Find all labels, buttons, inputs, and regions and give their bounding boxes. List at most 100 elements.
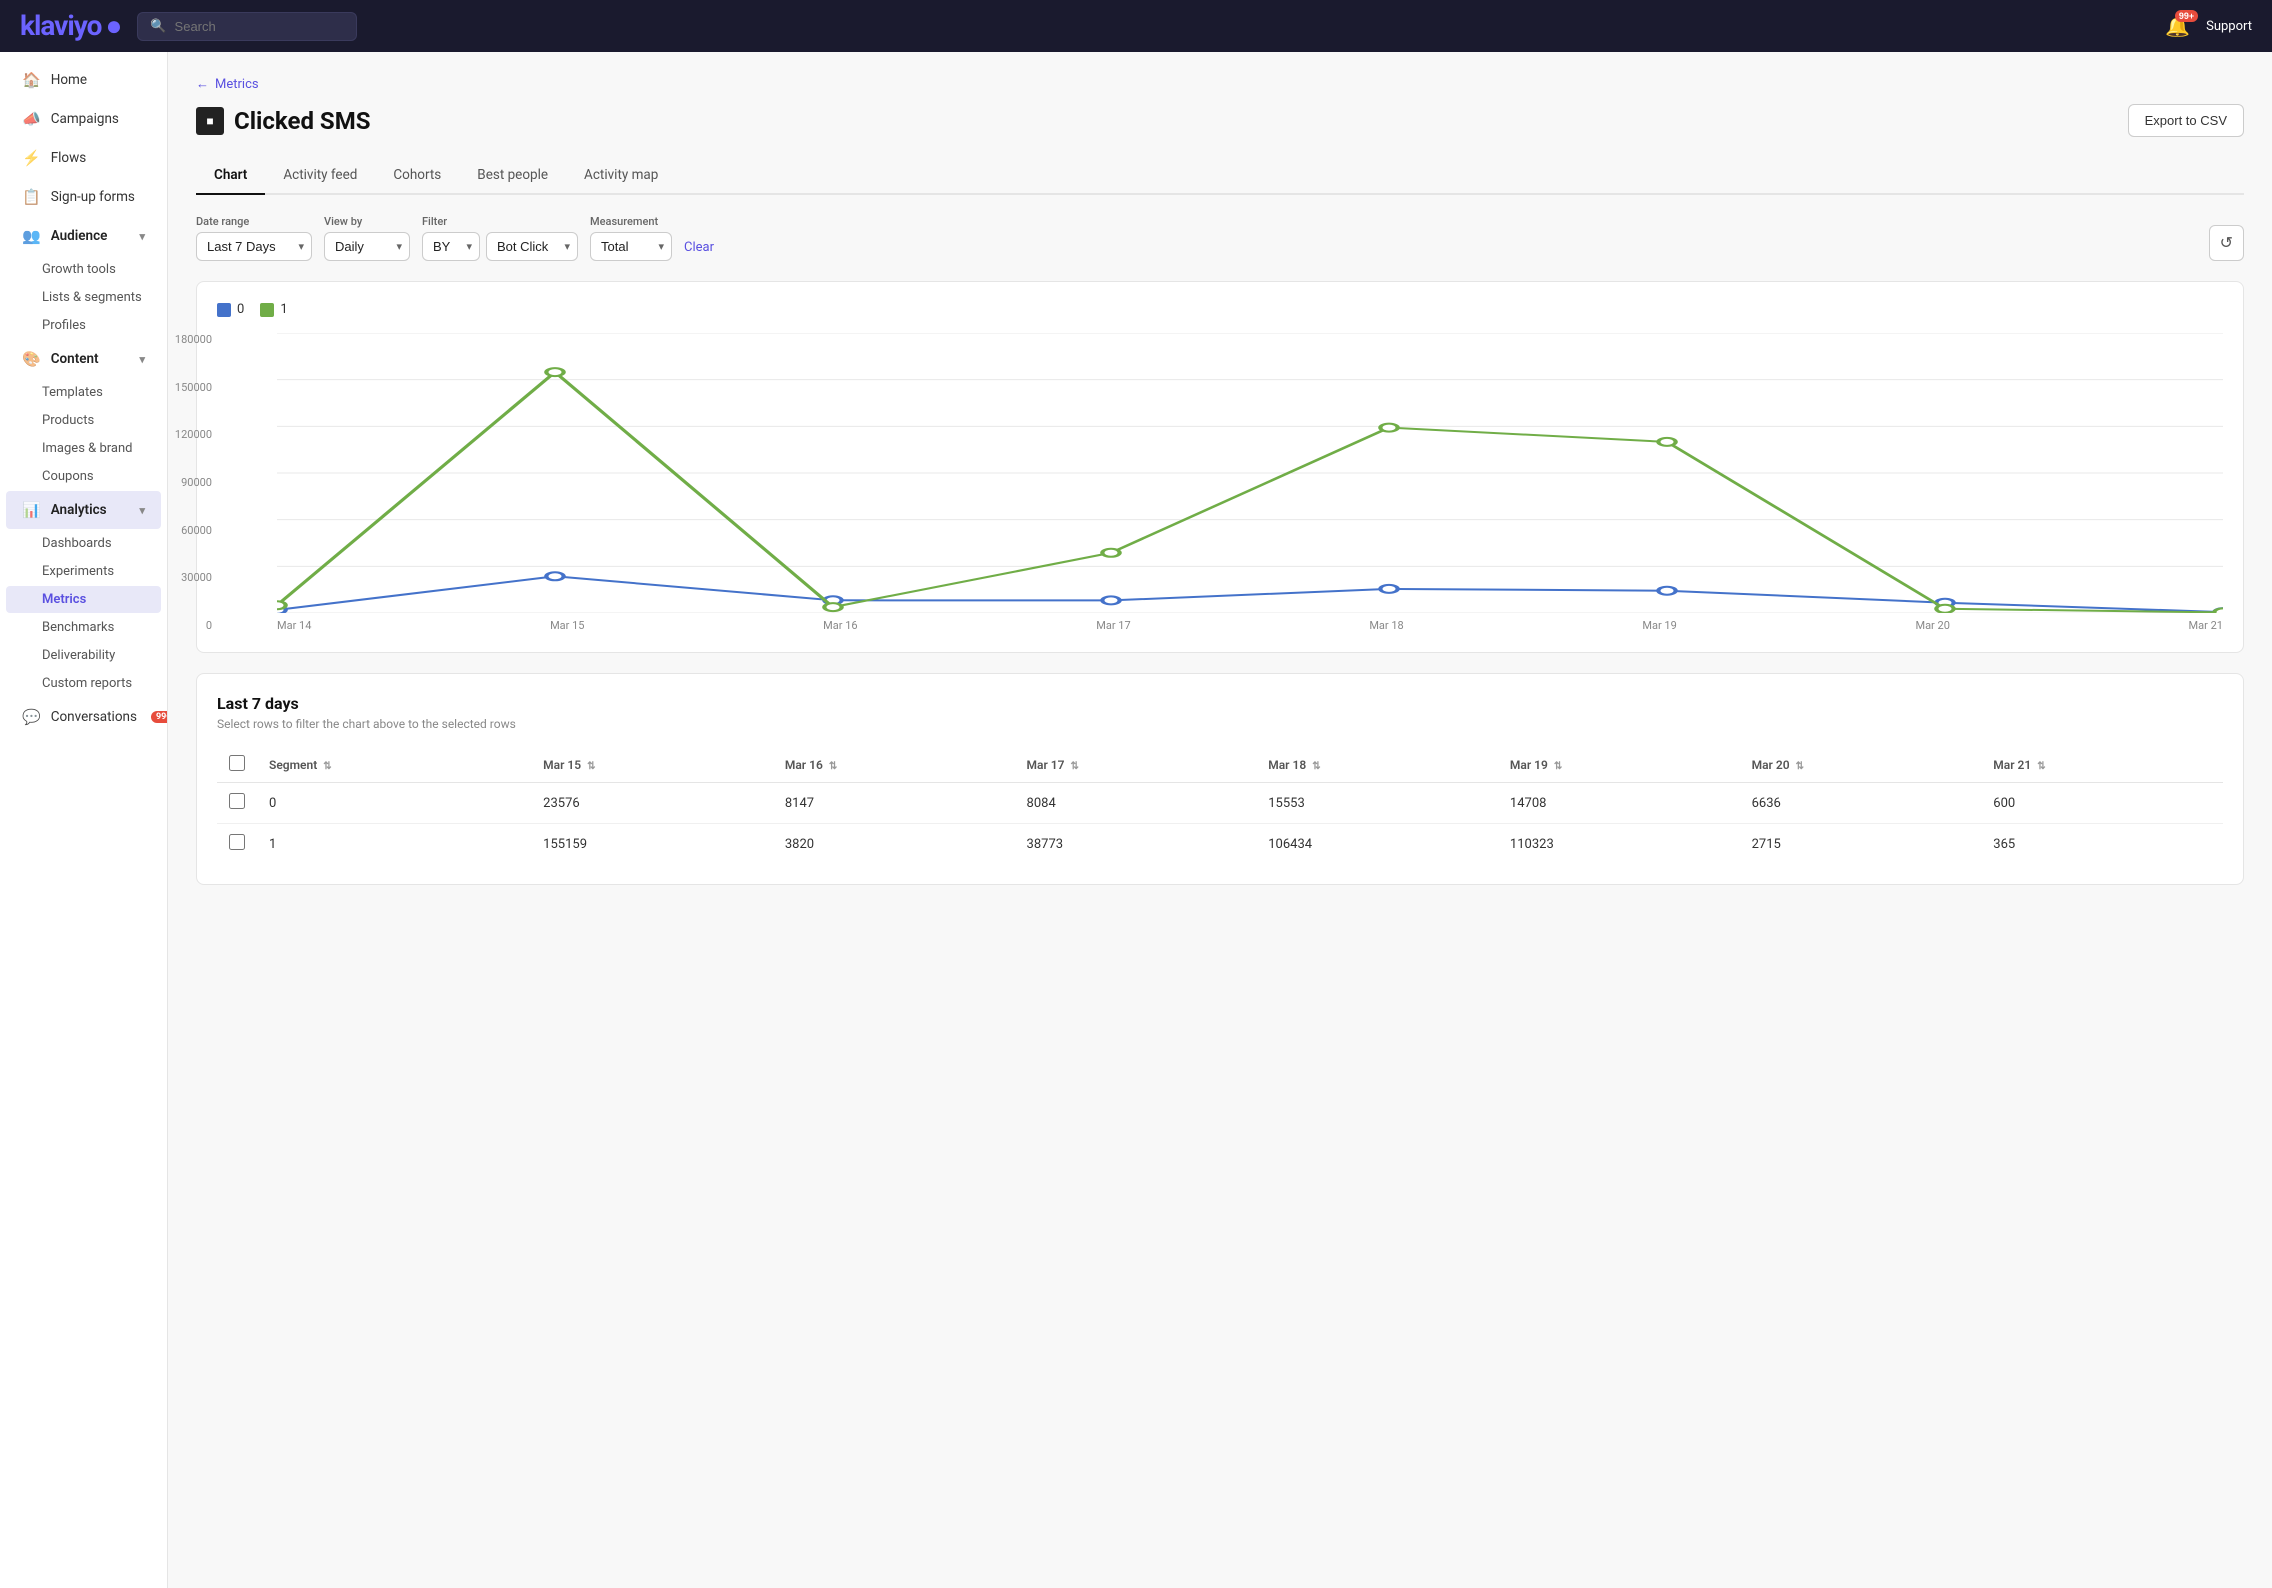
series-1-dot-7: [2214, 608, 2223, 613]
sidebar-item-label: Sign-up forms: [51, 189, 135, 205]
sidebar-item-images-brand[interactable]: Images & brand: [6, 435, 161, 462]
sidebar-item-home[interactable]: 🏠 Home: [6, 61, 161, 99]
view-by-label: View by: [324, 215, 410, 228]
x-label-mar19: Mar 19: [1642, 619, 1676, 632]
filter-by-select-wrapper: BY: [422, 232, 480, 261]
filter-by-select[interactable]: BY: [422, 232, 480, 261]
tab-best-people[interactable]: Best people: [459, 157, 566, 195]
x-label-mar16: Mar 16: [823, 619, 857, 632]
date-range-group: Date range Last 7 Days Last 14 Days Last…: [196, 215, 312, 261]
series-1-line: [277, 372, 2223, 612]
table-card: Last 7 days Select rows to filter the ch…: [196, 673, 2244, 885]
signup-forms-icon: 📋: [22, 188, 41, 206]
sidebar-item-conversations[interactable]: 💬 Conversations 99+: [6, 698, 161, 736]
row-1-mar17: 38773: [1015, 824, 1257, 865]
refresh-button[interactable]: ↺: [2209, 225, 2244, 261]
export-csv-button[interactable]: Export to CSV: [2128, 104, 2244, 137]
filter-group: Filter BY Bot Click: [422, 215, 578, 261]
sidebar-item-deliverability[interactable]: Deliverability: [6, 642, 161, 669]
row-1-mar19: 110323: [1498, 824, 1740, 865]
legend-item-0: 0: [217, 302, 244, 317]
row-0-mar19: 14708: [1498, 783, 1740, 824]
view-by-select[interactable]: Daily Weekly Monthly: [324, 232, 410, 261]
th-mar16[interactable]: Mar 16 ⇅: [773, 747, 1015, 783]
data-table: Segment ⇅ Mar 15 ⇅ Mar 16 ⇅ Mar 17 ⇅ Mar…: [217, 747, 2223, 864]
date-range-label: Date range: [196, 215, 312, 228]
back-arrow-icon: ←: [196, 76, 209, 92]
flows-icon: ⚡: [22, 149, 41, 167]
select-all-checkbox[interactable]: [229, 755, 245, 771]
sidebar-item-lists-segments[interactable]: Lists & segments: [6, 284, 161, 311]
row-1-mar15: 155159: [531, 824, 773, 865]
y-label-90000: 90000: [168, 476, 212, 489]
logo-dot: ●: [105, 12, 121, 40]
main-content: ← Metrics ■ Clicked SMS Export to CSV Ch…: [168, 52, 2272, 1588]
sidebar-item-audience[interactable]: 👥 Audience ▾: [6, 217, 161, 255]
sidebar-item-content[interactable]: 🎨 Content ▾: [6, 340, 161, 378]
sidebar-item-growth-tools[interactable]: Growth tools: [6, 256, 161, 283]
th-mar19[interactable]: Mar 19 ⇅: [1498, 747, 1740, 783]
sidebar-item-analytics[interactable]: 📊 Analytics ▾: [6, 491, 161, 529]
series-1-dot-5: [1658, 438, 1675, 446]
th-mar18[interactable]: Mar 18 ⇅: [1256, 747, 1498, 783]
date-range-select[interactable]: Last 7 Days Last 14 Days Last 30 Days: [196, 232, 312, 261]
chart-svg: [277, 333, 2223, 613]
sort-mar16-icon: ⇅: [829, 761, 837, 772]
chart-area: 180000 150000 120000 90000 60000 30000 0: [217, 333, 2223, 632]
th-mar15[interactable]: Mar 15 ⇅: [531, 747, 773, 783]
row-1-checkbox-cell: [217, 824, 257, 865]
support-link[interactable]: Support: [2206, 19, 2252, 34]
date-range-select-wrapper: Last 7 Days Last 14 Days Last 30 Days: [196, 232, 312, 261]
audience-chevron: ▾: [139, 230, 145, 243]
tab-cohorts[interactable]: Cohorts: [375, 157, 459, 195]
sidebar-item-dashboards[interactable]: Dashboards: [6, 530, 161, 557]
row-1-mar20: 2715: [1740, 824, 1982, 865]
measurement-group: Measurement Total Unique: [590, 215, 672, 261]
search-input[interactable]: [175, 19, 345, 34]
th-mar20[interactable]: Mar 20 ⇅: [1740, 747, 1982, 783]
page-icon: ■: [196, 107, 224, 135]
sidebar-item-benchmarks[interactable]: Benchmarks: [6, 614, 161, 641]
search-bar[interactable]: 🔍: [137, 12, 357, 41]
sidebar-item-flows[interactable]: ⚡ Flows: [6, 139, 161, 177]
tab-chart[interactable]: Chart: [196, 157, 265, 195]
filter-value-select[interactable]: Bot Click: [486, 232, 578, 261]
x-label-mar17: Mar 17: [1096, 619, 1130, 632]
y-label-120000: 120000: [168, 428, 212, 441]
sidebar-item-coupons[interactable]: Coupons: [6, 463, 161, 490]
sidebar-item-campaigns[interactable]: 📣 Campaigns: [6, 100, 161, 138]
th-mar21[interactable]: Mar 21 ⇅: [1981, 747, 2223, 783]
analytics-icon: 📊: [22, 501, 41, 519]
sidebar-item-label: Home: [51, 72, 87, 88]
logo[interactable]: klaviyo●: [20, 12, 121, 40]
row-1-checkbox[interactable]: [229, 834, 245, 850]
tab-activity-feed[interactable]: Activity feed: [265, 157, 375, 195]
notifications-button[interactable]: 🔔 99+: [2165, 14, 2190, 39]
campaigns-icon: 📣: [22, 110, 41, 128]
chart-legend: 0 1: [217, 302, 2223, 317]
series-0-line: [277, 576, 2223, 612]
measurement-select[interactable]: Total Unique: [590, 232, 672, 261]
series-1-dot-6: [1936, 605, 1953, 613]
table-title: Last 7 days: [217, 694, 2223, 713]
row-0-checkbox[interactable]: [229, 793, 245, 809]
sidebar-item-profiles[interactable]: Profiles: [6, 312, 161, 339]
x-label-mar18: Mar 18: [1369, 619, 1403, 632]
th-mar17[interactable]: Mar 17 ⇅: [1015, 747, 1257, 783]
content-icon: 🎨: [22, 350, 41, 368]
clear-filter-link[interactable]: Clear: [684, 240, 714, 261]
y-label-180000: 180000: [168, 333, 212, 346]
sidebar-item-templates[interactable]: Templates: [6, 379, 161, 406]
sidebar: 🏠 Home 📣 Campaigns ⚡ Flows 📋 Sign-up for…: [0, 52, 168, 1588]
x-label-mar14: Mar 14: [277, 619, 311, 632]
sidebar-item-custom-reports[interactable]: Custom reports: [6, 670, 161, 697]
back-link[interactable]: ← Metrics: [196, 76, 2244, 92]
sidebar-item-metrics[interactable]: Metrics: [6, 586, 161, 613]
sidebar-item-products[interactable]: Products: [6, 407, 161, 434]
sort-mar15-icon: ⇅: [587, 761, 595, 772]
sidebar-item-experiments[interactable]: Experiments: [6, 558, 161, 585]
sidebar-item-signup-forms[interactable]: 📋 Sign-up forms: [6, 178, 161, 216]
th-segment[interactable]: Segment ⇅: [257, 747, 531, 783]
row-1-mar16: 3820: [773, 824, 1015, 865]
tab-activity-map[interactable]: Activity map: [566, 157, 676, 195]
